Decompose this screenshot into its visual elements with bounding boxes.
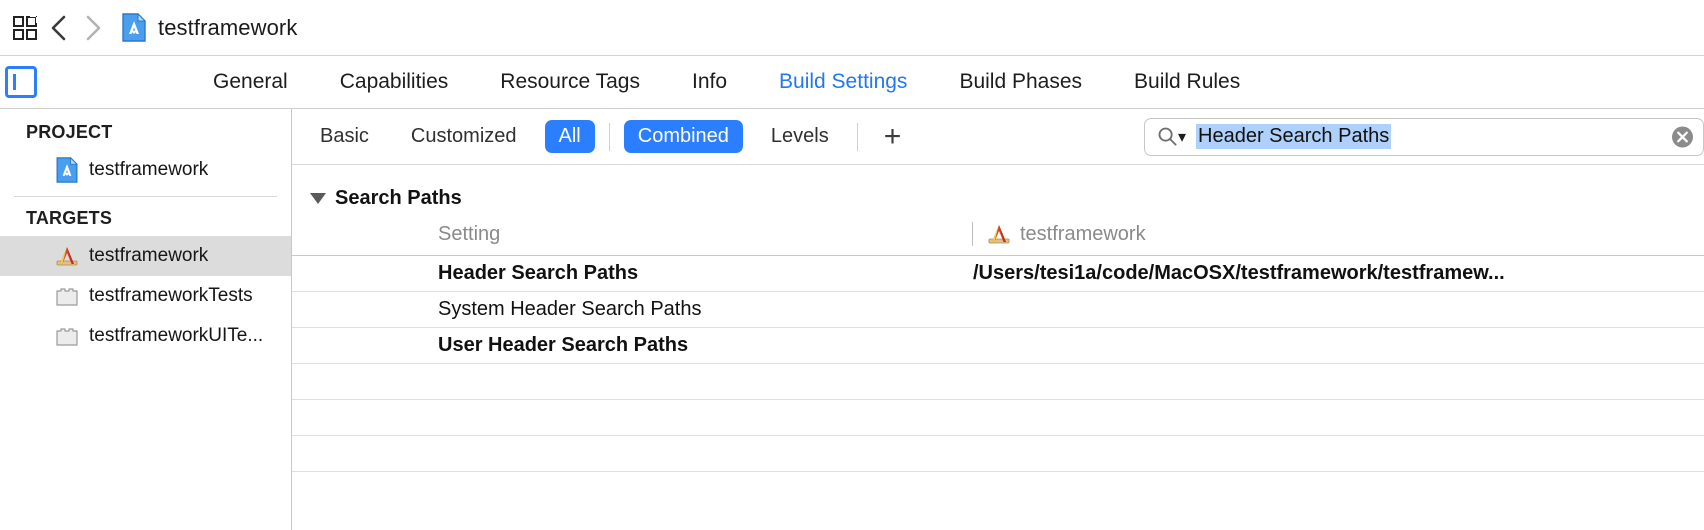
breadcrumb[interactable]: testframework bbox=[158, 15, 297, 41]
setting-value[interactable] bbox=[972, 435, 1704, 472]
filter-divider bbox=[608, 122, 610, 151]
sidebar-divider bbox=[14, 196, 277, 197]
clear-circle-icon[interactable] bbox=[1671, 125, 1694, 148]
search-input[interactable]: Header Search Paths bbox=[1196, 124, 1392, 149]
sidebar-item-target-testframeworkTests[interactable]: testframeworkTests bbox=[0, 276, 291, 316]
target-framework-icon bbox=[987, 222, 1011, 246]
setting-name: User Header Search Paths bbox=[292, 327, 972, 364]
tab-resource-tags[interactable]: Resource Tags bbox=[474, 70, 666, 94]
add-setting-button[interactable]: + bbox=[872, 121, 914, 152]
sidebar-item-label: testframeworkUITe... bbox=[89, 325, 264, 346]
target-framework-icon bbox=[54, 243, 80, 269]
forward-button[interactable] bbox=[76, 11, 110, 45]
table-row[interactable]: User Header Search Paths bbox=[292, 327, 1704, 364]
table-header-row: Setting testframework bbox=[292, 222, 1704, 256]
table-row[interactable] bbox=[292, 363, 1704, 400]
search-icon[interactable] bbox=[1157, 126, 1178, 147]
sidebar-item-project-testframework[interactable]: testframework bbox=[0, 150, 291, 190]
column-header-setting[interactable]: Setting bbox=[292, 222, 972, 256]
setting-value[interactable]: /Users/tesi1a/code/MacOSX/testframework/… bbox=[972, 255, 1704, 292]
disclosure-triangle-down-icon[interactable] bbox=[310, 193, 326, 204]
setting-name: Header Search Paths bbox=[292, 255, 972, 292]
project-targets-sidebar: PROJECT testframework TARGETS testframew… bbox=[0, 109, 292, 530]
search-field[interactable]: ▾ Header Search Paths bbox=[1144, 117, 1704, 156]
tab-general[interactable]: General bbox=[187, 70, 314, 94]
xcode-project-icon bbox=[122, 13, 148, 43]
grid-view-icon[interactable] bbox=[8, 11, 42, 45]
setting-name: System Header Search Paths bbox=[292, 291, 972, 328]
test-bundle-icon bbox=[54, 323, 80, 349]
build-settings-filterbar: Basic Customized All Combined Levels + ▾… bbox=[292, 109, 1704, 165]
setting-value[interactable] bbox=[972, 363, 1704, 400]
table-row[interactable]: Header Search Paths /Users/tesi1a/code/M… bbox=[292, 255, 1704, 292]
filter-customized[interactable]: Customized bbox=[397, 120, 531, 153]
tab-build-rules[interactable]: Build Rules bbox=[1108, 70, 1266, 94]
editor-tabbar: General Capabilities Resource Tags Info … bbox=[0, 56, 1704, 109]
tab-capabilities[interactable]: Capabilities bbox=[314, 70, 475, 94]
sidebar-item-label: testframework bbox=[89, 245, 209, 266]
setting-value[interactable] bbox=[972, 327, 1704, 364]
settings-table: Search Paths Setting testframework Heade… bbox=[292, 165, 1704, 472]
chevron-down-icon[interactable]: ▾ bbox=[1178, 127, 1186, 147]
test-bundle-icon bbox=[54, 283, 80, 309]
xcode-project-icon bbox=[54, 157, 80, 183]
column-header-target[interactable]: testframework bbox=[972, 222, 1704, 256]
filter-levels[interactable]: Levels bbox=[757, 120, 843, 153]
tabs: General Capabilities Resource Tags Info … bbox=[187, 70, 1266, 94]
filter-basic[interactable]: Basic bbox=[306, 120, 383, 153]
section-title: Search Paths bbox=[335, 187, 462, 209]
xcode-window: testframework General Capabilities Resou… bbox=[0, 0, 1704, 530]
setting-name bbox=[292, 435, 972, 472]
filter-combined[interactable]: Combined bbox=[623, 120, 743, 153]
table-row[interactable]: System Header Search Paths bbox=[292, 291, 1704, 328]
back-button[interactable] bbox=[42, 11, 76, 45]
tab-build-settings[interactable]: Build Settings bbox=[753, 70, 933, 94]
table-row[interactable] bbox=[292, 399, 1704, 436]
project-section-header: PROJECT bbox=[26, 122, 113, 142]
sidebar-item-target-testframeworkUITests[interactable]: testframeworkUITe... bbox=[0, 316, 291, 356]
setting-name bbox=[292, 363, 972, 400]
toolbar: testframework bbox=[0, 0, 1704, 56]
tab-info[interactable]: Info bbox=[666, 70, 753, 94]
setting-value[interactable] bbox=[972, 291, 1704, 328]
setting-value[interactable] bbox=[972, 399, 1704, 436]
targets-section-header: TARGETS bbox=[26, 208, 113, 228]
column-header-target-label: testframework bbox=[1020, 222, 1146, 245]
sidebar-item-label: testframeworkTests bbox=[89, 285, 253, 306]
sidebar-item-target-testframework[interactable]: testframework bbox=[0, 236, 291, 276]
setting-name bbox=[292, 399, 972, 436]
body: PROJECT testframework TARGETS testframew… bbox=[0, 109, 1704, 530]
sidebar-item-label: testframework bbox=[89, 159, 209, 180]
navigator-toggle-icon[interactable] bbox=[5, 66, 37, 98]
build-settings-pane: Basic Customized All Combined Levels + ▾… bbox=[292, 109, 1704, 530]
filter-all[interactable]: All bbox=[544, 120, 595, 153]
tab-build-phases[interactable]: Build Phases bbox=[933, 70, 1108, 94]
section-header-search-paths[interactable]: Search Paths bbox=[292, 165, 1704, 222]
add-divider bbox=[856, 122, 858, 151]
table-row[interactable] bbox=[292, 435, 1704, 472]
